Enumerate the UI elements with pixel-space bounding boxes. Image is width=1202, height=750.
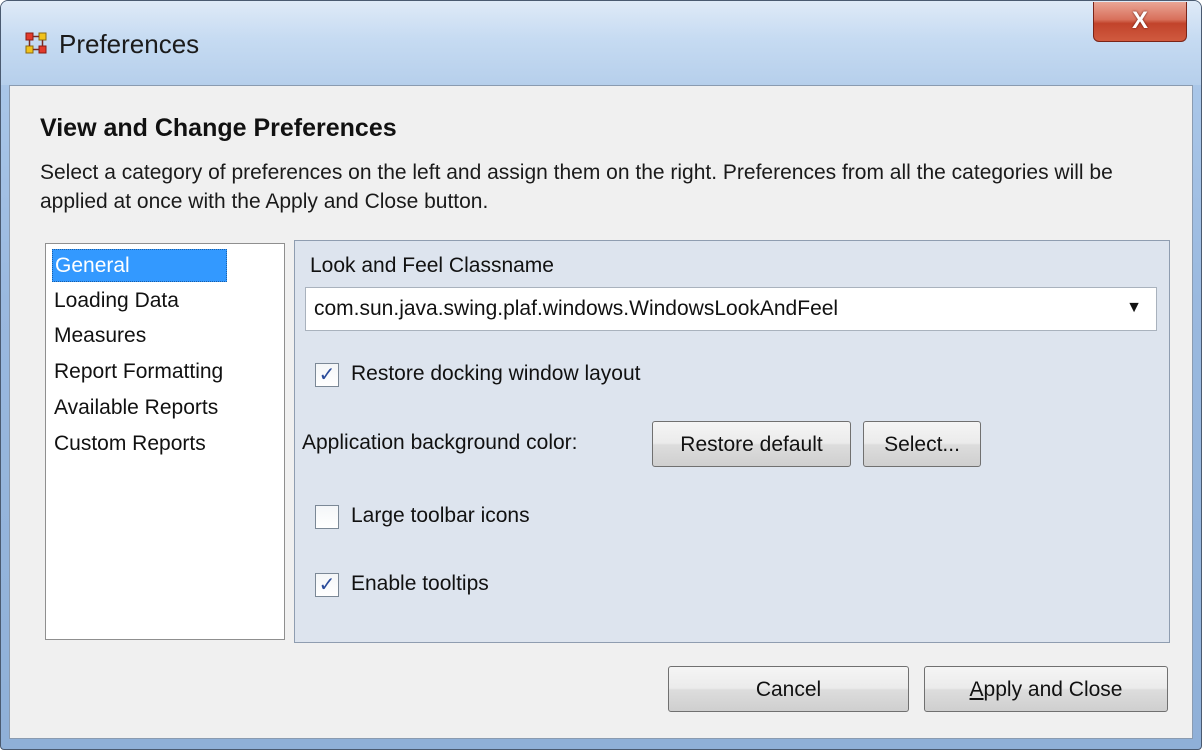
select-color-button[interactable]: Select... — [863, 421, 981, 467]
apply-and-close-button[interactable]: Apply and Close — [924, 666, 1168, 712]
dialog-heading: View and Change Preferences — [40, 114, 397, 142]
restore-default-button[interactable]: Restore default — [652, 421, 851, 467]
category-item-measures[interactable]: Measures — [52, 319, 148, 352]
look-and-feel-value: com.sun.java.swing.plaf.windows.WindowsL… — [314, 297, 839, 320]
category-list[interactable]: General Loading Data Measures Report For… — [45, 243, 285, 640]
large-icons-label: Large toolbar icons — [351, 504, 530, 527]
window-title: Preferences — [59, 29, 200, 59]
look-and-feel-dropdown[interactable]: com.sun.java.swing.plaf.windows.WindowsL… — [305, 287, 1157, 331]
triangle-down-icon: ▼ — [1126, 299, 1142, 316]
title-bar[interactable]: Preferences X — [1, 1, 1201, 85]
preferences-window: Preferences X View and Change Preference… — [0, 0, 1202, 750]
dialog-content: View and Change Preferences Select a cat… — [9, 85, 1193, 739]
cancel-button[interactable]: Cancel — [668, 666, 909, 712]
close-icon: X — [1131, 7, 1148, 34]
enable-tooltips-checkbox[interactable]: ✓ — [315, 573, 339, 597]
background-color-label: Application background color: — [302, 431, 578, 454]
enable-tooltips-label: Enable tooltips — [351, 572, 489, 595]
dialog-description: Select a category of preferences on the … — [40, 161, 1113, 213]
category-item-custom-reports[interactable]: Custom Reports — [52, 427, 208, 460]
large-icons-checkbox[interactable] — [315, 505, 339, 529]
look-and-feel-label: Look and Feel Classname — [310, 254, 554, 277]
close-button[interactable]: X — [1093, 2, 1187, 42]
general-settings-panel: Look and Feel Classname com.sun.java.swi… — [294, 240, 1170, 643]
network-grid-icon — [25, 32, 47, 54]
checkmark-icon: ✓ — [318, 364, 336, 386]
restore-docking-checkbox[interactable]: ✓ — [315, 363, 339, 387]
checkmark-icon: ✓ — [318, 574, 336, 596]
restore-docking-label: Restore docking window layout — [351, 362, 641, 385]
category-item-report-formatting[interactable]: Report Formatting — [52, 355, 225, 388]
category-item-available-reports[interactable]: Available Reports — [52, 391, 220, 424]
category-item-general[interactable]: General — [52, 249, 227, 282]
category-item-loading-data[interactable]: Loading Data — [52, 284, 181, 317]
